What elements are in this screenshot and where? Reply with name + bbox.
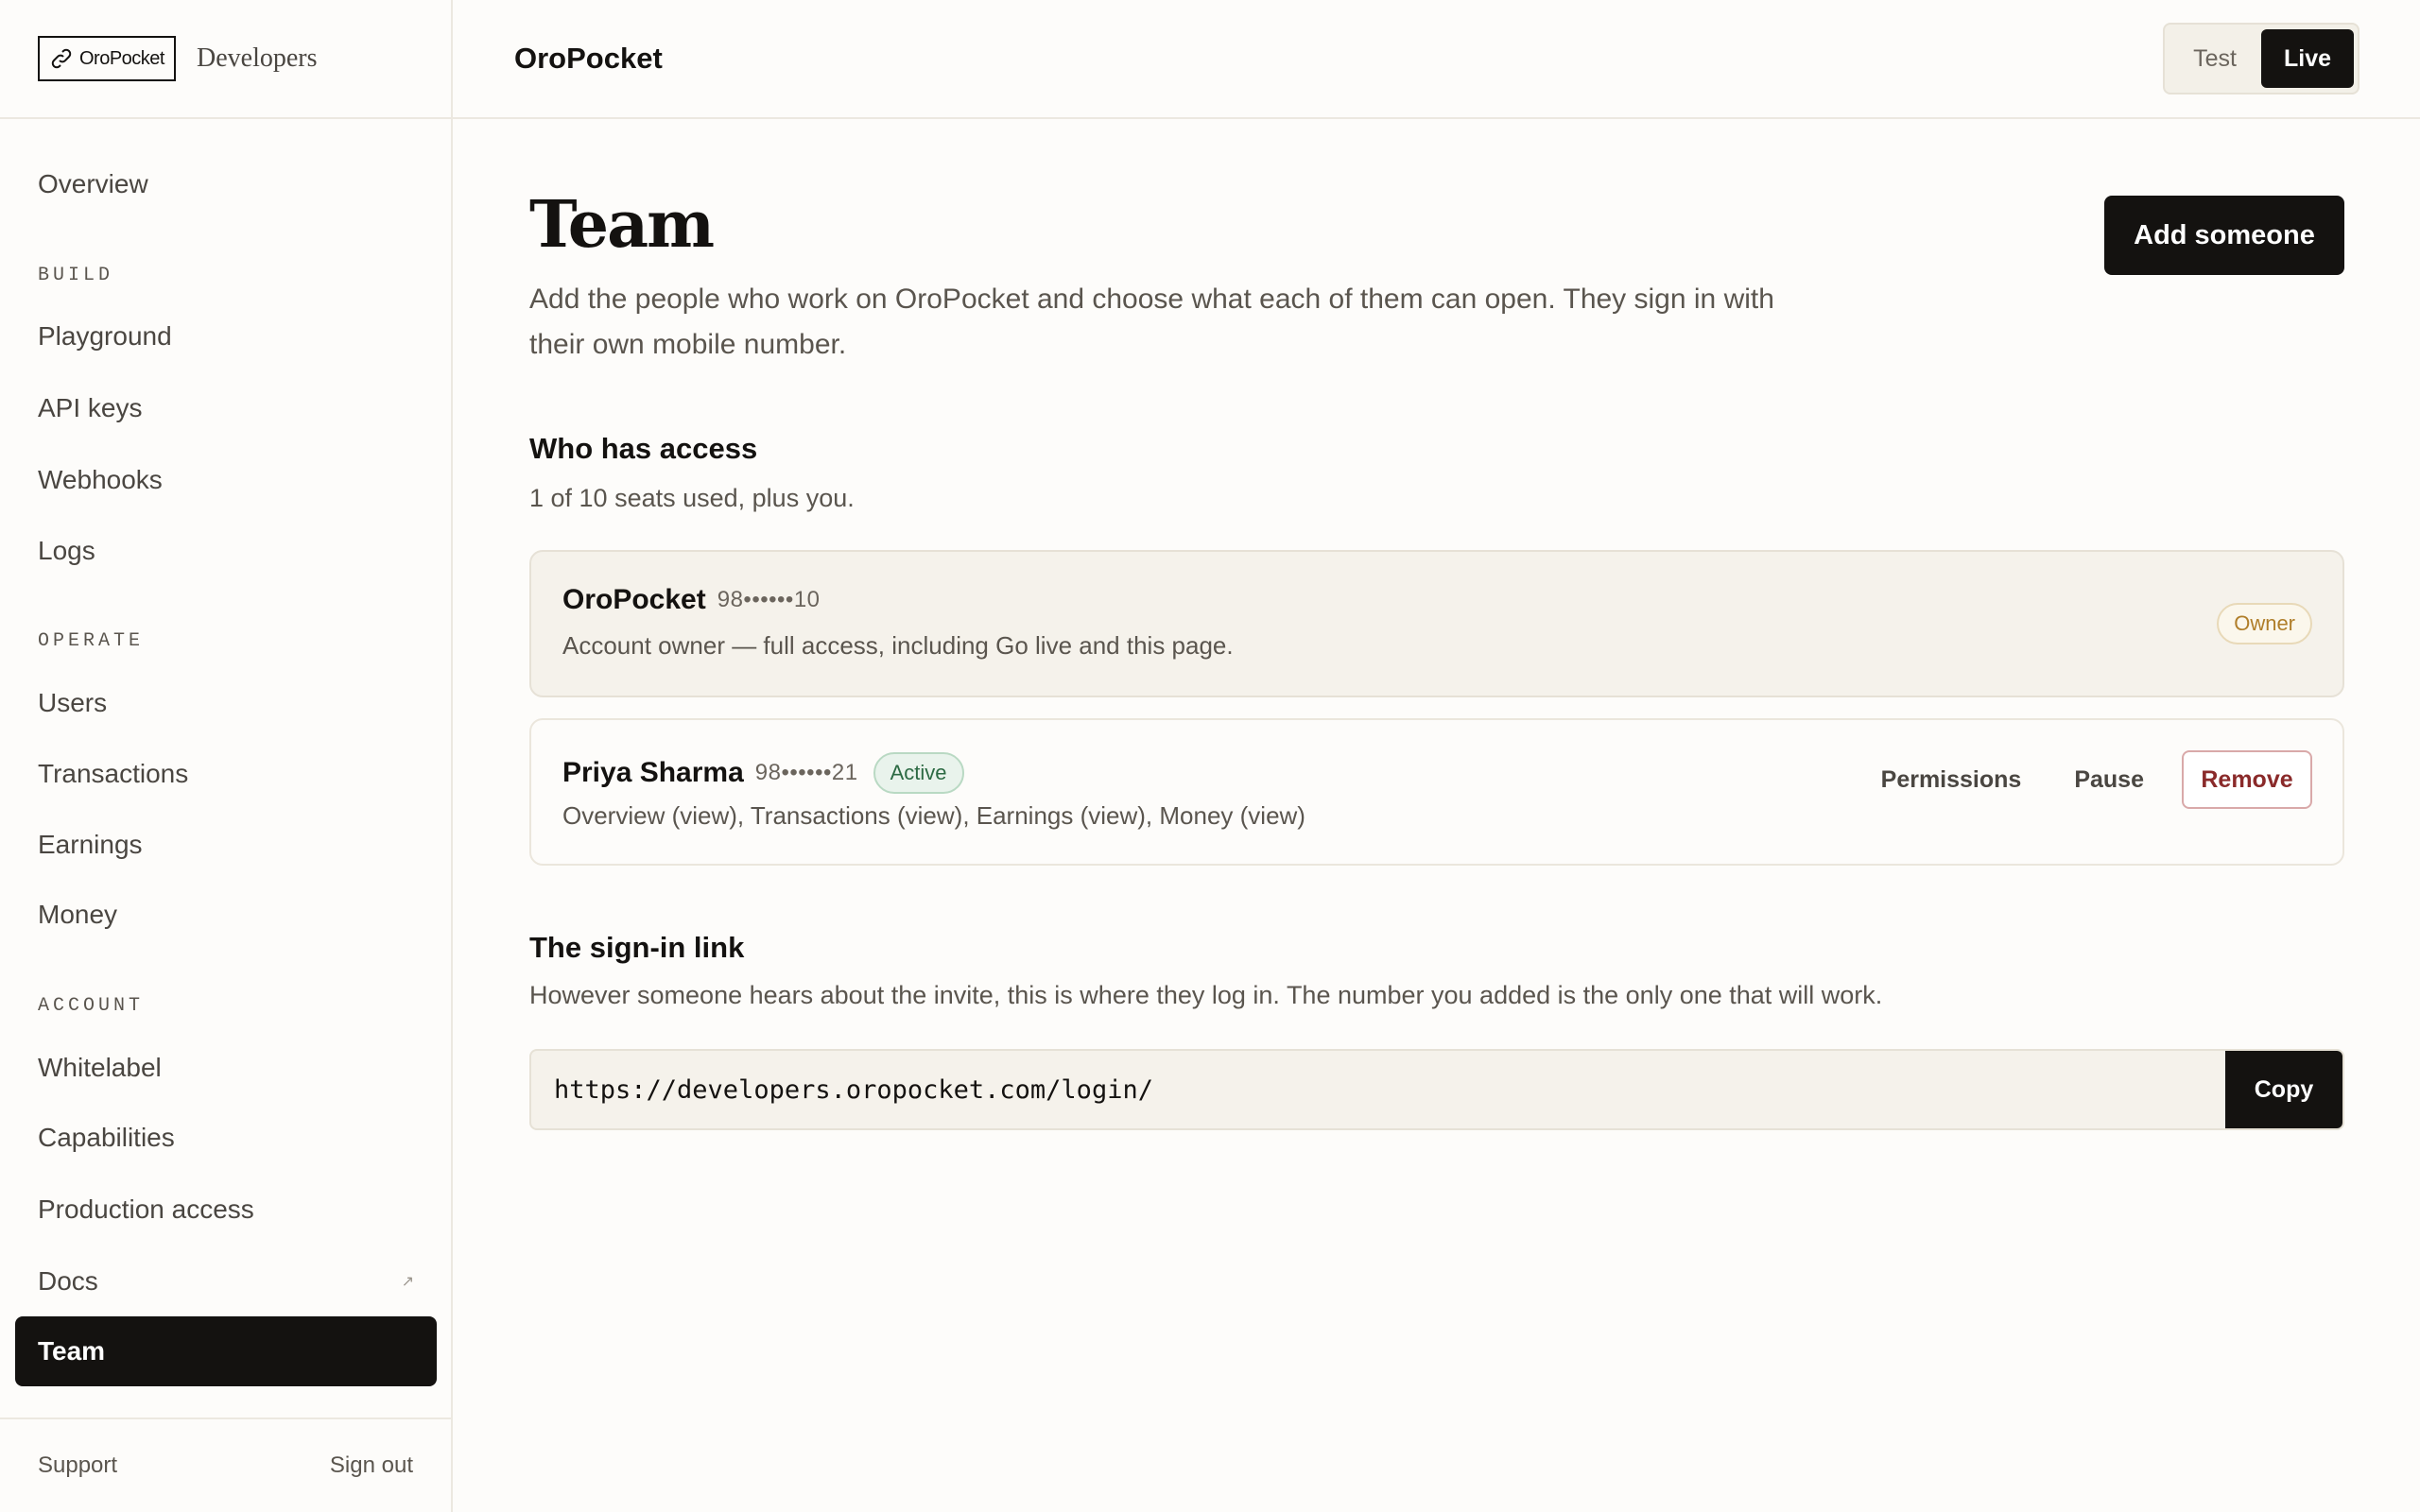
member-card-priya: Priya Sharma 98••••••21 Active Overview … — [529, 718, 2344, 866]
signin-url[interactable]: https://developers.oropocket.com/login/ — [531, 1075, 2225, 1105]
remove-button[interactable]: Remove — [2182, 750, 2312, 809]
sidebar-item-overview[interactable]: Overview — [15, 149, 437, 219]
mode-toggle: Test Live — [2163, 23, 2360, 94]
member-actions: Permissions Pause Remove — [1866, 750, 2312, 809]
sidebar-item-logs[interactable]: Logs — [15, 516, 437, 586]
sidebar-item-webhooks[interactable]: Webhooks — [15, 445, 437, 515]
signin-description: However someone hears about the invite, … — [529, 981, 1883, 1009]
status-badge: Active — [873, 752, 964, 794]
sidebar-item-money[interactable]: Money — [15, 880, 437, 950]
copy-button[interactable]: Copy — [2225, 1051, 2342, 1128]
member-header: OroPocket 98••••••10 — [562, 584, 821, 616]
mode-test-button[interactable]: Test — [2169, 29, 2261, 88]
access-heading: Who has access — [529, 432, 758, 465]
seats-used-text: 1 of 10 seats used, plus you. — [529, 484, 855, 512]
external-link-icon: ↗ — [401, 1274, 414, 1290]
app-title: OroPocket — [514, 42, 663, 75]
section-label-build: BUILD — [38, 265, 114, 286]
top-bar: OroPocket Test Live — [453, 0, 2420, 119]
sidebar-footer: Support Sign out — [0, 1418, 451, 1512]
sidebar-item-whitelabel[interactable]: Whitelabel — [15, 1033, 437, 1103]
member-card-owner: OroPocket 98••••••10 Account owner — ful… — [529, 550, 2344, 697]
sidebar-item-docs[interactable]: Docs ↗ — [15, 1246, 437, 1316]
sidebar-item-production-access[interactable]: Production access — [15, 1175, 437, 1245]
signin-link-field: https://developers.oropocket.com/login/ … — [529, 1049, 2344, 1130]
sidebar: OroPocket Developers Overview BUILD Play… — [0, 0, 453, 1512]
member-number: 98••••••21 — [754, 760, 858, 785]
signin-heading: The sign-in link — [529, 931, 745, 964]
logo-text: OroPocket — [79, 47, 164, 69]
section-label-account: ACCOUNT — [38, 995, 145, 1017]
support-link[interactable]: Support — [38, 1452, 117, 1479]
page-description: Add the people who work on OroPocket and… — [529, 284, 1774, 360]
owner-badge: Owner — [2217, 603, 2312, 644]
page-title: Team — [529, 187, 715, 263]
member-permissions: Account owner — full access, including G… — [562, 631, 1234, 660]
add-someone-button[interactable]: Add someone — [2104, 196, 2344, 275]
sidebar-item-api-keys[interactable]: API keys — [15, 373, 437, 443]
member-header: Priya Sharma 98••••••21 Active — [562, 752, 964, 794]
sidebar-item-team[interactable]: Team — [15, 1316, 437, 1386]
member-permissions: Overview (view), Transactions (view), Ea… — [562, 801, 1305, 830]
oropocket-logo[interactable]: OroPocket — [38, 36, 176, 81]
sidebar-item-earnings[interactable]: Earnings — [15, 810, 437, 880]
member-name: Priya Sharma — [562, 757, 744, 788]
sign-out-link[interactable]: Sign out — [330, 1452, 413, 1479]
pause-button[interactable]: Pause — [2059, 751, 2159, 808]
link-icon — [51, 48, 72, 69]
member-name: OroPocket — [562, 584, 706, 615]
brand-subtitle: Developers — [197, 43, 318, 73]
sidebar-item-transactions[interactable]: Transactions — [15, 739, 437, 809]
section-label-operate: OPERATE — [38, 630, 145, 652]
sidebar-item-capabilities[interactable]: Capabilities — [15, 1103, 437, 1173]
mode-live-button[interactable]: Live — [2261, 29, 2354, 88]
sidebar-item-users[interactable]: Users — [15, 668, 437, 738]
permissions-button[interactable]: Permissions — [1866, 751, 2037, 808]
member-number: 98••••••10 — [717, 587, 821, 612]
sidebar-item-label: Docs — [38, 1266, 98, 1296]
sidebar-item-playground[interactable]: Playground — [15, 301, 437, 371]
brand-header: OroPocket Developers — [0, 0, 451, 119]
